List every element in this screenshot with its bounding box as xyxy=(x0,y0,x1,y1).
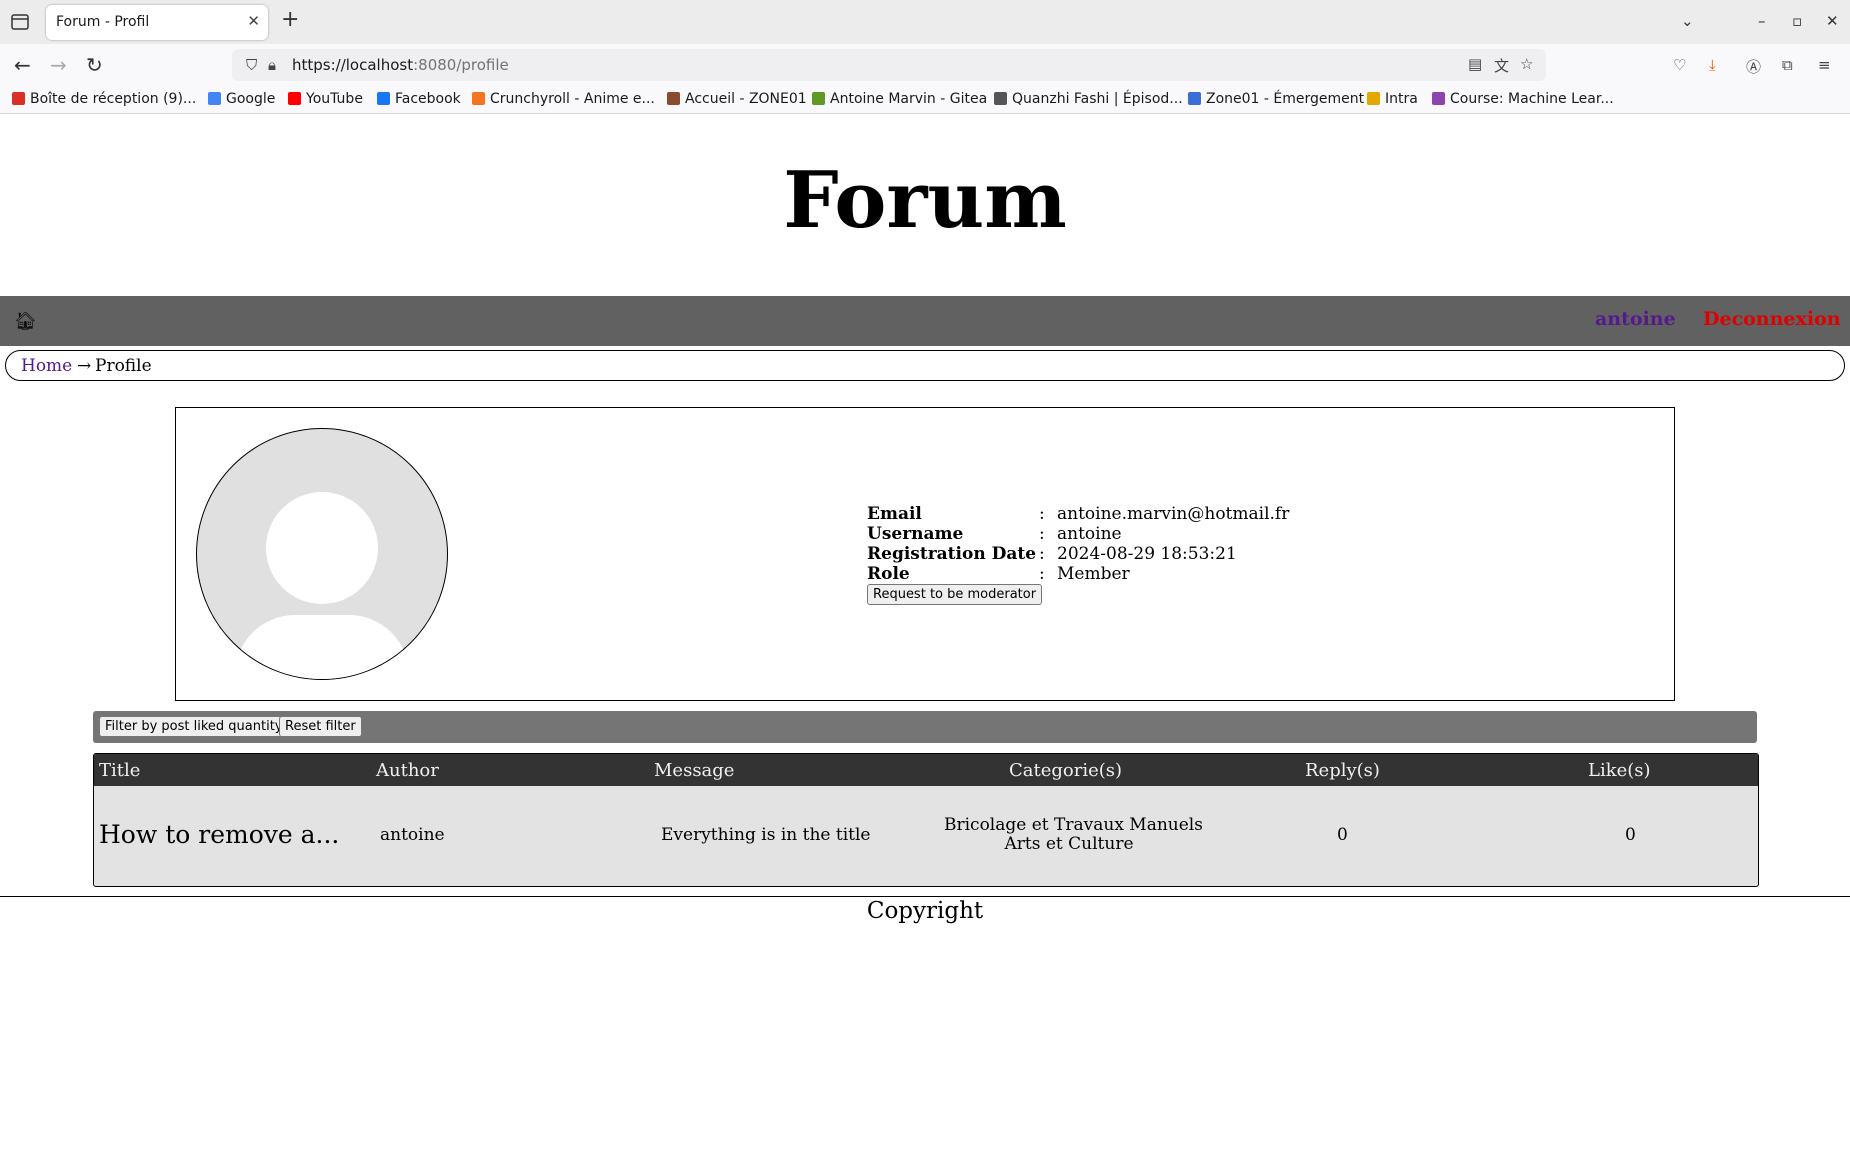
column-header-categories: Categorie(s) xyxy=(1009,760,1123,781)
breadcrumb-arrow: → xyxy=(77,356,92,376)
breadcrumb: Home → Profile xyxy=(5,350,1845,381)
close-tab-icon[interactable]: ✕ xyxy=(247,12,260,30)
post-message: Everything is in the title xyxy=(661,825,871,845)
request-moderator-button[interactable]: Request to be moderator xyxy=(867,584,1043,605)
profile-link[interactable]: antoine xyxy=(1595,308,1676,330)
profile-card: Email : antoine.marvin@hotmail.fr Userna… xyxy=(175,407,1675,701)
field-separator: : xyxy=(1039,524,1045,544)
restore-icon[interactable]: ▫ xyxy=(1792,12,1802,30)
bookmark-item[interactable]: Facebook xyxy=(377,91,461,107)
pocket-icon[interactable]: ♡ xyxy=(1673,56,1686,74)
bookmark-item[interactable]: Quanzhi Fashi | Épisod... xyxy=(994,91,1183,107)
downloads-icon[interactable]: ⤓ xyxy=(1709,56,1716,74)
translate-icon[interactable]: 文 xyxy=(1494,55,1509,76)
field-separator: : xyxy=(1039,504,1045,524)
site-title: Forum xyxy=(783,155,1067,246)
browser-nav-bar: ← → ↻ ⛉ 🔒︎ https://localhost:8080/profil… xyxy=(0,44,1850,86)
browser-tab[interactable]: Forum - Profil ✕ xyxy=(46,5,268,40)
footer-divider xyxy=(0,896,1850,897)
bookmark-favicon-icon xyxy=(812,92,825,105)
menu-icon[interactable]: ≡ xyxy=(1818,56,1831,74)
tab-overflow-chevron-icon[interactable]: ⌄ xyxy=(1681,12,1694,30)
email-value: antoine.marvin@hotmail.fr xyxy=(1057,504,1290,524)
post-title-link[interactable]: How to remove a... xyxy=(99,820,339,849)
bookmark-item[interactable]: Boîte de réception (9)... xyxy=(12,91,196,107)
tab-title: Forum - Profil xyxy=(56,14,150,30)
reset-filter-button[interactable]: Reset filter xyxy=(279,716,362,737)
browser-tab-bar: Forum - Profil ✕ + ⌄ – ▫ ✕ xyxy=(0,0,1850,44)
bookmark-item[interactable]: Zone01 - Émergement xyxy=(1188,91,1364,107)
bookmark-favicon-icon xyxy=(288,92,301,105)
account-icon[interactable]: Ⓐ xyxy=(1746,56,1761,77)
column-header-replies: Reply(s) xyxy=(1305,760,1380,781)
reload-icon[interactable]: ↻ xyxy=(86,53,103,77)
avatar-head-shape xyxy=(266,492,378,604)
reader-view-icon[interactable]: ▤ xyxy=(1468,55,1482,73)
bookmark-favicon-icon xyxy=(1188,92,1201,105)
post-reply-count: 0 xyxy=(1337,825,1348,845)
breadcrumb-current: Profile xyxy=(95,356,152,376)
bookmark-favicon-icon xyxy=(208,92,221,105)
bookmarks-bar: Boîte de réception (9)... Google YouTube… xyxy=(0,86,1850,114)
registration-date-value: 2024-08-29 18:53:21 xyxy=(1057,544,1237,564)
username-value: antoine xyxy=(1057,524,1122,544)
field-separator: : xyxy=(1039,544,1045,564)
tab-list-icon[interactable] xyxy=(10,13,30,31)
column-header-author: Author xyxy=(376,760,439,781)
back-icon[interactable]: ← xyxy=(14,53,31,77)
email-label: Email xyxy=(867,504,922,524)
bookmark-favicon-icon xyxy=(1432,92,1445,105)
bookmark-star-icon[interactable]: ☆ xyxy=(1520,55,1533,73)
bookmark-favicon-icon xyxy=(12,92,25,105)
table-header: Title Author Message Categorie(s) Reply(… xyxy=(94,754,1758,786)
extensions-icon[interactable]: ⧉ xyxy=(1782,56,1793,74)
footer-copyright: Copyright xyxy=(866,898,984,924)
registration-date-label: Registration Date xyxy=(867,544,1037,564)
column-header-likes: Like(s) xyxy=(1588,760,1651,781)
shield-icon[interactable]: ⛉ xyxy=(246,56,257,74)
bookmark-favicon-icon xyxy=(1367,92,1380,105)
column-header-message: Message xyxy=(654,760,735,781)
username-label: Username xyxy=(867,524,964,544)
posts-table: Title Author Message Categorie(s) Reply(… xyxy=(93,753,1759,887)
forward-icon[interactable]: → xyxy=(50,53,67,77)
post-like-count: 0 xyxy=(1625,825,1636,845)
close-window-icon[interactable]: ✕ xyxy=(1826,12,1839,30)
lock-icon[interactable]: 🔒︎ xyxy=(268,56,276,74)
column-header-title: Title xyxy=(99,760,141,781)
post-category: Bricolage et Travaux Manuels xyxy=(944,815,1203,835)
role-value: Member xyxy=(1057,564,1130,584)
bookmark-favicon-icon xyxy=(377,92,390,105)
url-text[interactable]: https://localhost:8080/profile xyxy=(292,56,509,74)
bookmark-item[interactable]: Google xyxy=(208,91,275,107)
logout-link[interactable]: Deconnexion xyxy=(1703,308,1841,330)
bookmark-favicon-icon xyxy=(472,92,485,105)
filter-by-likes-button[interactable]: Filter by post liked quantity xyxy=(99,716,289,737)
avatar xyxy=(196,428,448,680)
minimize-icon[interactable]: – xyxy=(1758,12,1766,30)
filter-bar: Filter by post liked quantity Reset filt… xyxy=(93,711,1757,743)
bookmark-item[interactable]: Antoine Marvin - Gitea xyxy=(812,91,987,107)
post-category: Arts et Culture xyxy=(1004,834,1134,854)
avatar-body-shape xyxy=(235,615,409,679)
bookmark-item[interactable]: Crunchyroll - Anime e... xyxy=(472,91,655,107)
new-tab-icon[interactable]: + xyxy=(281,9,299,31)
bookmark-item[interactable]: Intra xyxy=(1367,91,1418,107)
bookmark-favicon-icon xyxy=(994,92,1007,105)
home-icon[interactable]: 🏠︎ xyxy=(14,311,37,332)
role-label: Role xyxy=(867,564,910,584)
post-author: antoine xyxy=(380,825,445,845)
bookmark-item[interactable]: Accueil - ZONE01 xyxy=(667,91,807,107)
bookmark-favicon-icon xyxy=(667,92,680,105)
field-separator: : xyxy=(1039,564,1045,584)
breadcrumb-home-link[interactable]: Home xyxy=(21,356,72,376)
bookmark-item[interactable]: YouTube xyxy=(288,91,363,107)
bookmark-item[interactable]: Course: Machine Lear... xyxy=(1432,91,1614,107)
url-bar[interactable]: ⛉ 🔒︎ https://localhost:8080/profile ▤ 文 … xyxy=(232,49,1546,81)
site-nav-bar: 🏠︎ antoine Deconnexion xyxy=(0,296,1850,346)
